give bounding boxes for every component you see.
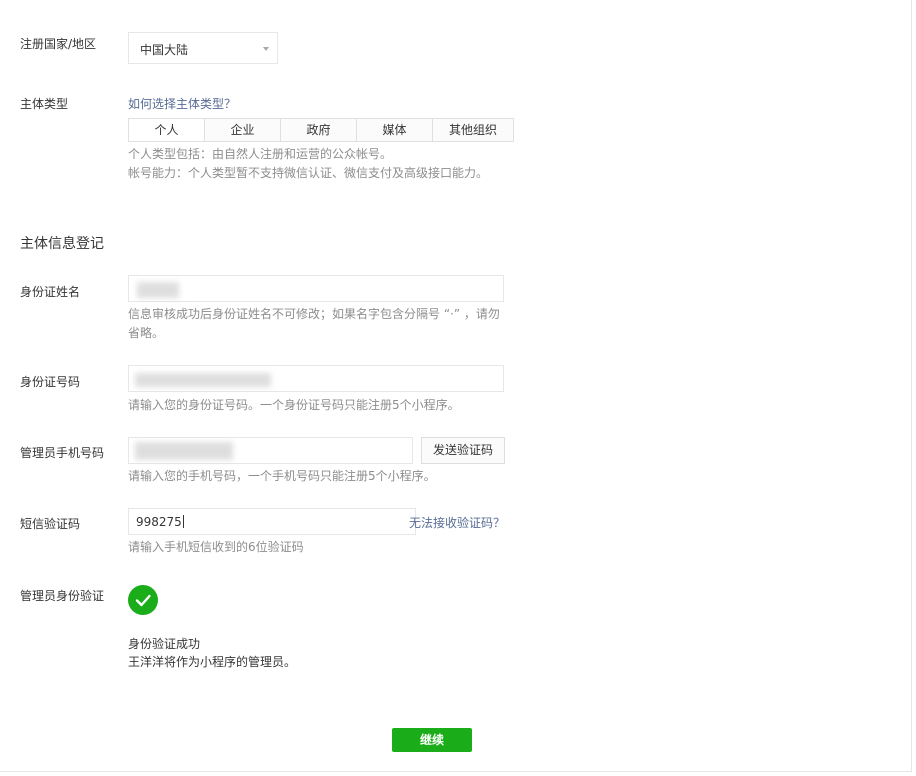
cannot-receive-code-link[interactable]: 无法接收验证码？ bbox=[409, 514, 505, 531]
sms-code-label: 短信验证码 bbox=[20, 517, 81, 531]
check-circle-icon bbox=[128, 585, 158, 615]
id-name-tip-line1: 信息审核成功后身份证姓名不可修改；如果名字包含分隔号 “·” ，请勿 bbox=[128, 307, 500, 321]
region-select[interactable]: 中国大陆 bbox=[128, 32, 278, 64]
sms-code-value: 998275 bbox=[136, 515, 184, 529]
id-number-input[interactable] bbox=[128, 365, 504, 392]
continue-button[interactable]: 继续 bbox=[392, 728, 472, 752]
subject-type-tip: 个人类型包括：由自然人注册和运营的公众帐号。 帐号能力：个人类型暂不支持微信认证… bbox=[128, 145, 488, 183]
admin-verify-label: 管理员身份验证 bbox=[20, 589, 105, 603]
subject-type-selector: 个人 企业 政府 媒体 其他组织 bbox=[128, 118, 514, 142]
admin-phone-label: 管理员手机号码 bbox=[20, 446, 105, 460]
registration-form-page: 注册国家/地区 中国大陆 主体类型 如何选择主体类型？ 个人 企业 政府 媒体 … bbox=[0, 0, 912, 772]
admin-verify-result: 身份验证成功 王洋洋将作为小程序的管理员。 bbox=[128, 635, 296, 671]
redacted-name-blur bbox=[137, 282, 179, 298]
subject-type-label: 主体类型 bbox=[20, 97, 69, 111]
subject-type-option-media[interactable]: 媒体 bbox=[357, 119, 433, 141]
subject-type-help-link[interactable]: 如何选择主体类型？ bbox=[128, 95, 236, 112]
id-name-tip-line2: 省略。 bbox=[128, 326, 165, 340]
section-title: 主体信息登记 bbox=[20, 236, 104, 252]
id-name-input[interactable] bbox=[128, 275, 504, 302]
send-code-button[interactable]: 发送验证码 bbox=[421, 437, 505, 464]
id-name-label: 身份证姓名 bbox=[20, 285, 81, 299]
subject-type-option-enterprise[interactable]: 企业 bbox=[205, 119, 281, 141]
id-name-tip: 信息审核成功后身份证姓名不可修改；如果名字包含分隔号 “·” ，请勿 省略。 bbox=[128, 305, 500, 343]
subject-type-option-other[interactable]: 其他组织 bbox=[433, 119, 513, 141]
subject-type-tip-line1: 个人类型包括：由自然人注册和运营的公众帐号。 bbox=[128, 147, 393, 161]
text-cursor bbox=[182, 515, 184, 528]
verify-status-text: 身份验证成功 bbox=[128, 637, 201, 651]
subject-type-tip-line2: 帐号能力：个人类型暂不支持微信认证、微信支付及高级接口能力。 bbox=[128, 166, 489, 180]
id-number-tip: 请输入您的身份证号码。一个身份证号码只能注册5个小程序。 bbox=[128, 398, 460, 412]
sms-code-input[interactable]: 998275 bbox=[128, 508, 416, 535]
redacted-id-number-blur bbox=[135, 373, 271, 387]
subject-type-option-personal[interactable]: 个人 bbox=[129, 119, 205, 141]
caret-down-icon bbox=[263, 47, 269, 51]
redacted-phone-blur bbox=[135, 442, 233, 460]
sms-code-text: 998275 bbox=[136, 515, 182, 529]
admin-phone-input[interactable] bbox=[128, 437, 413, 464]
subject-type-option-government[interactable]: 政府 bbox=[281, 119, 357, 141]
sms-code-tip: 请输入手机短信收到的6位验证码 bbox=[128, 540, 304, 554]
verify-message-text: 王洋洋将作为小程序的管理员。 bbox=[128, 655, 297, 669]
region-label: 注册国家/地区 bbox=[20, 37, 97, 51]
id-number-label: 身份证号码 bbox=[20, 375, 81, 389]
admin-phone-tip: 请输入您的手机号码，一个手机号码只能注册5个小程序。 bbox=[128, 469, 436, 483]
region-selected-value: 中国大陆 bbox=[140, 43, 189, 57]
